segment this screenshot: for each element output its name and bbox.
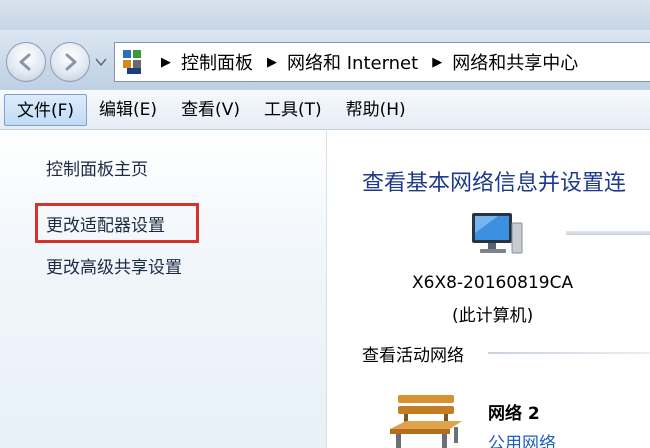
menu-tools[interactable]: 工具(T) — [252, 94, 334, 126]
breadcrumb-control-panel[interactable]: 控制面板 — [181, 49, 253, 75]
sidebar-link-change-adapter-settings[interactable]: 更改适配器设置 — [46, 211, 165, 236]
connection-line — [566, 231, 650, 235]
back-button[interactable] — [6, 42, 46, 82]
computer-name: X6X8-20160819CA — [412, 273, 574, 293]
network-name: 网络 2 — [488, 404, 540, 424]
page-title: 查看基本网络信息并设置连 — [362, 171, 627, 196]
sidebar-link-advanced-sharing-settings[interactable]: 更改高级共享设置 — [46, 253, 182, 278]
menu-view[interactable]: 查看(V) — [169, 94, 252, 126]
menu-edit[interactable]: 编辑(E) — [87, 94, 169, 126]
menu-help[interactable]: 帮助(H) — [334, 94, 418, 126]
breadcrumb-separator-icon[interactable]: ▶ — [161, 55, 171, 70]
sidebar-link-control-panel-home[interactable]: 控制面板主页 — [46, 155, 148, 180]
arrow-right-icon — [65, 53, 77, 71]
breadcrumb-network-internet[interactable]: 网络和 Internet — [287, 49, 418, 75]
breadcrumb-separator-icon[interactable]: ▶ — [267, 55, 277, 70]
section-divider — [488, 352, 650, 354]
address-box[interactable]: ▶ 控制面板 ▶ 网络和 Internet ▶ 网络和共享中心 — [114, 42, 650, 82]
public-network-bench-icon — [390, 395, 462, 448]
arrow-left-icon — [19, 53, 31, 71]
window-top-strip — [0, 0, 650, 30]
breadcrumb-network-sharing-center[interactable]: 网络和共享中心 — [452, 49, 578, 75]
computer-caption: (此计算机) — [452, 306, 534, 326]
task-sidebar: 控制面板主页 更改适配器设置 更改高级共享设置 — [0, 131, 327, 448]
breadcrumb-separator-icon[interactable]: ▶ — [432, 55, 442, 70]
network-type-link[interactable]: 公用网络 — [488, 429, 556, 448]
main-content: 查看基本网络信息并设置连 X6X8-20160819CA (此计算机) 查看活动… — [328, 131, 650, 448]
computer-icon — [472, 213, 523, 254]
menu-file[interactable]: 文件(F) — [4, 93, 88, 126]
active-networks-heading: 查看活动网络 — [362, 346, 464, 366]
menu-bar: 文件(F) 编辑(E) 查看(V) 工具(T) 帮助(H) — [0, 90, 650, 130]
forward-button[interactable] — [50, 42, 90, 82]
control-panel-icon — [123, 50, 141, 74]
navigation-bar: ▶ 控制面板 ▶ 网络和 Internet ▶ 网络和共享中心 — [0, 30, 650, 90]
recent-pages-dropdown-icon[interactable] — [95, 57, 107, 67]
